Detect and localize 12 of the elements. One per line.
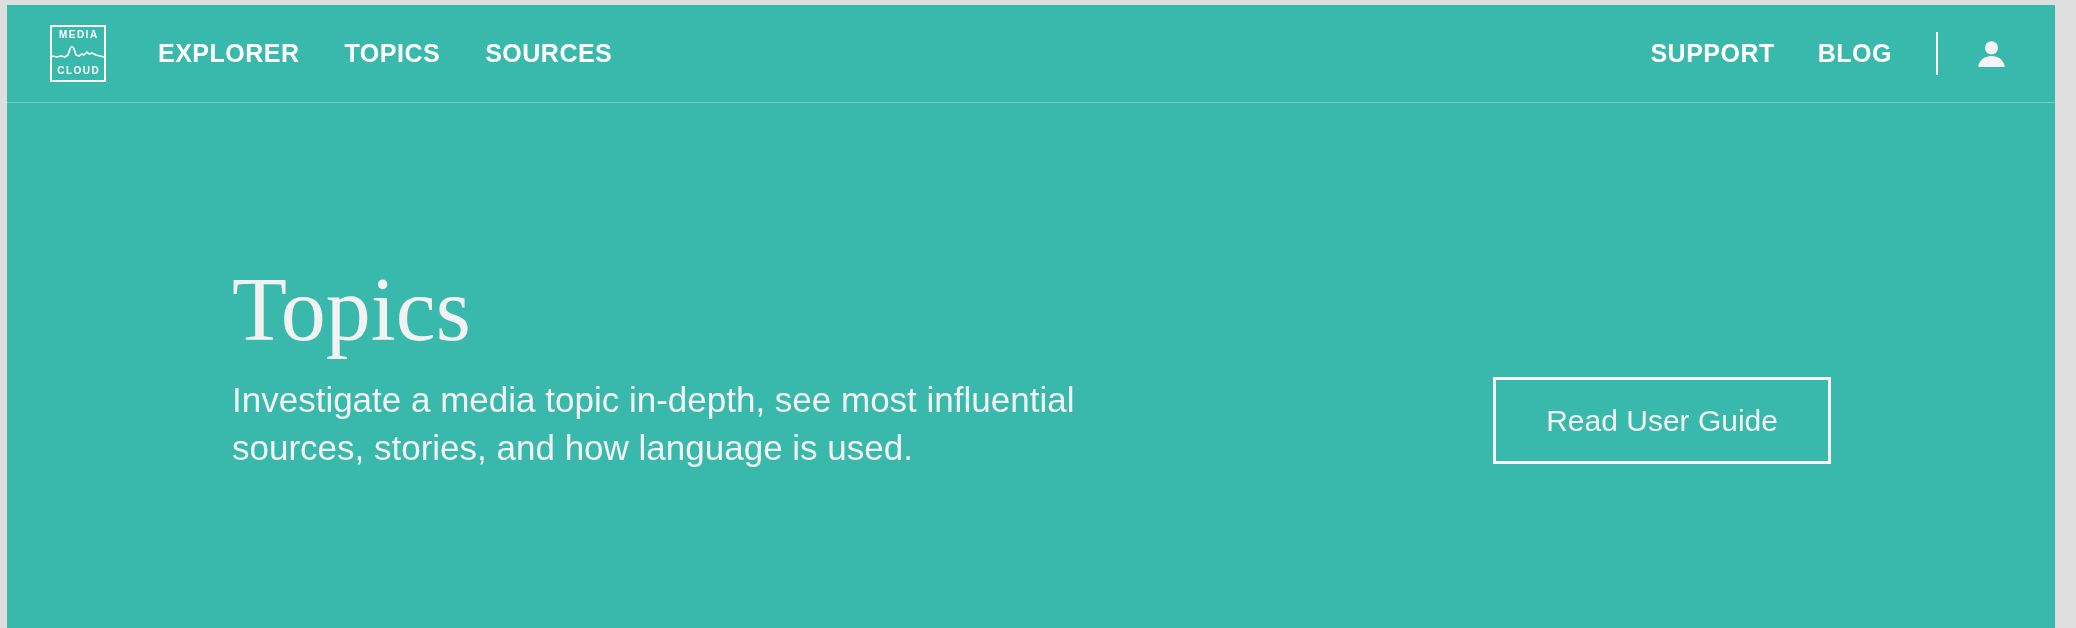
nav-link[interactable]: BLOG [1817,39,1892,68]
user-icon[interactable] [1978,40,2005,67]
nav-link[interactable]: SUPPORT [1650,39,1775,68]
read-user-guide-button[interactable]: Read User Guide [1493,377,1831,464]
nav-link[interactable]: TOPICS [344,39,441,68]
logo[interactable]: MEDIA CLOUD [50,25,106,82]
nav-link[interactable]: SOURCES [485,39,613,68]
logo-text: CLOUD [57,65,101,77]
waveform-icon [52,45,104,61]
nav-link[interactable]: EXPLORER [158,39,300,68]
logo-text: MEDIA [58,29,99,41]
page-description: Investigate a media topic in-depth, see most influential sources, stories, and how language is used. [232,379,1076,469]
